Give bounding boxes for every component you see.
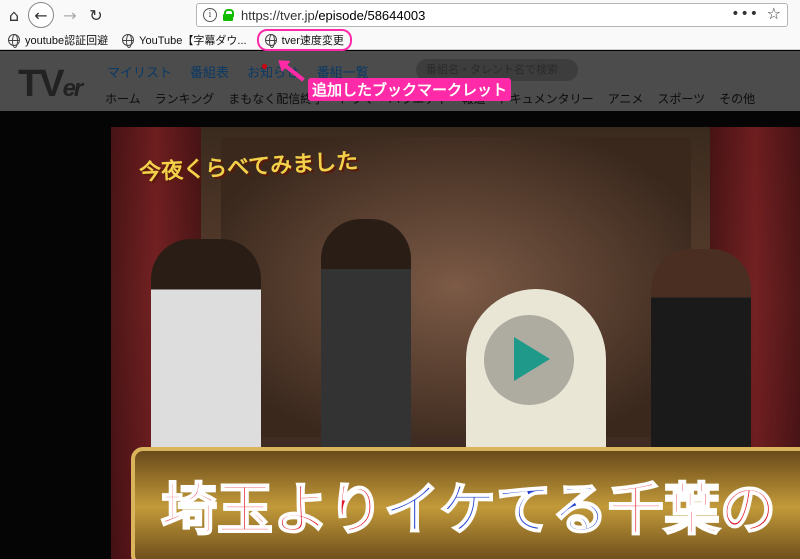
arrow-left-icon: ←	[34, 5, 48, 25]
stage-backdrop	[221, 137, 691, 437]
url-path: /episode/58644003	[314, 7, 426, 23]
cat-sports[interactable]: スポーツ	[657, 90, 705, 107]
globe-icon	[264, 33, 277, 48]
bookmarks-bar: youtube認証回避 YouTube【字幕ダウ... tver速度変更	[0, 28, 800, 51]
caption-part-1: 埼玉より	[160, 476, 385, 544]
performer-2	[321, 219, 411, 469]
logo-text: TV	[18, 63, 65, 105]
cat-other[interactable]: その他	[719, 90, 755, 107]
bookmark-youtube-subtitle[interactable]: YouTube【字幕ダウ...	[122, 32, 247, 48]
video-frame[interactable]: 今夜くらべてみました 埼玉よりイケてる千葉の	[111, 127, 800, 559]
globe-icon	[8, 33, 20, 48]
logo-text-er: er	[62, 75, 84, 102]
back-button[interactable]: ←	[28, 2, 54, 28]
cat-home[interactable]: ホーム	[105, 90, 141, 107]
performer-1	[151, 239, 261, 469]
caption-part-3: 千葉の	[607, 476, 777, 544]
browser-toolbar: ⌂ ← → ↻ i https://tver.jp/episode/586440…	[0, 0, 800, 30]
cat-ranking[interactable]: ランキング	[155, 90, 215, 107]
video-player[interactable]: 今夜くらべてみました 埼玉よりイケてる千葉の	[0, 111, 800, 559]
url-host: https://tver.jp	[241, 7, 315, 23]
bookmark-youtube-auth[interactable]: youtube認証回避	[8, 32, 108, 48]
video-caption: 埼玉よりイケてる千葉の	[160, 465, 777, 546]
url-bar[interactable]: i https://tver.jp/episode/58644003 ••• ☆	[196, 3, 788, 27]
tver-logo[interactable]: TVer	[18, 63, 84, 106]
nav-schedule[interactable]: 番組表	[190, 62, 229, 81]
globe-icon	[122, 33, 135, 48]
bookmark-label: YouTube【字幕ダウ...	[139, 34, 247, 47]
bookmark-tver-speed[interactable]: tver速度変更	[256, 28, 352, 51]
forward-button[interactable]: →	[58, 3, 82, 27]
reload-button[interactable]: ↻	[84, 3, 108, 27]
bookmark-label: youtube認証回避	[25, 34, 109, 47]
url-text[interactable]: https://tver.jp/episode/58644003	[241, 8, 425, 23]
caption-part-2: イケてる	[383, 476, 609, 544]
nav-mylist[interactable]: マイリスト	[107, 62, 172, 81]
play-button-icon[interactable]	[484, 315, 574, 405]
page-actions-icon[interactable]: •••	[731, 6, 759, 22]
lock-icon	[223, 9, 234, 21]
performer-3	[651, 249, 751, 469]
home-icon[interactable]: ⌂	[2, 3, 26, 27]
notification-dot	[262, 64, 267, 69]
bookmark-star-icon[interactable]: ☆	[767, 4, 781, 23]
cat-anime[interactable]: アニメ	[608, 90, 644, 107]
info-icon[interactable]: i	[203, 8, 217, 22]
bookmark-label: tver速度変更	[281, 34, 344, 47]
annotation-label: 追加したブックマークレット	[308, 78, 512, 101]
